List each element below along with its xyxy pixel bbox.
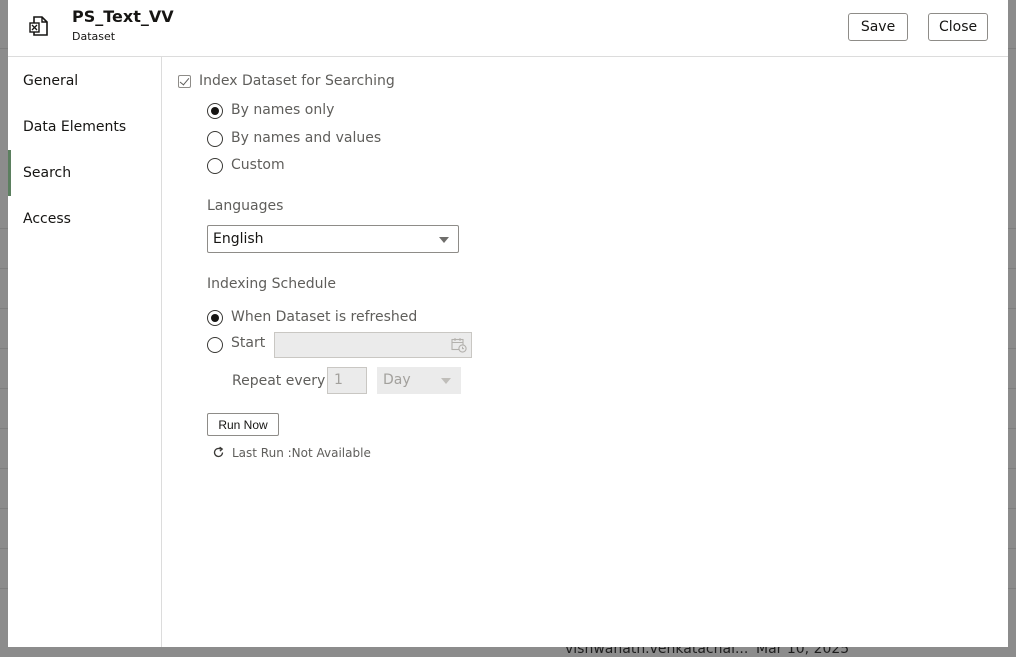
languages-select-value: English xyxy=(213,231,264,247)
languages-label: Languages xyxy=(207,198,284,214)
indexing-schedule-label: Indexing Schedule xyxy=(207,276,336,292)
dialog-subtitle: Dataset xyxy=(72,30,116,43)
dialog-header: PS_Text_VV Dataset Save Close xyxy=(8,0,1008,57)
index-dataset-label: Index Dataset for Searching xyxy=(199,73,395,89)
radio-by-names-and-values[interactable] xyxy=(207,131,223,147)
repeat-unit-select[interactable]: Day xyxy=(377,367,461,394)
sidebar-item-data-elements[interactable]: Data Elements xyxy=(8,104,161,150)
dialog-title: PS_Text_VV xyxy=(72,7,174,26)
dataset-dialog: PS_Text_VV Dataset Save Close General Da… xyxy=(8,0,1008,647)
chevron-down-icon xyxy=(441,378,451,384)
chevron-down-icon xyxy=(439,237,449,243)
schedule-start-label: Start xyxy=(231,335,266,351)
repeat-unit-value: Day xyxy=(383,372,411,388)
sidebar-item-access[interactable]: Access xyxy=(8,196,161,242)
search-settings-panel: Index Dataset for Searching By names onl… xyxy=(162,57,1008,647)
option-by-names-only-label: By names only xyxy=(231,102,335,118)
radio-by-names-only[interactable] xyxy=(207,103,223,119)
option-custom-label: Custom xyxy=(231,157,285,173)
repeat-every-label: Repeat every xyxy=(232,373,326,389)
radio-when-refreshed[interactable] xyxy=(207,310,223,326)
index-dataset-checkbox[interactable] xyxy=(178,75,191,88)
run-now-button[interactable]: Run Now xyxy=(207,413,279,436)
radio-custom[interactable] xyxy=(207,158,223,174)
repeat-interval-input[interactable]: 1 xyxy=(327,367,367,394)
sidebar-item-search[interactable]: Search xyxy=(8,150,161,196)
radio-start[interactable] xyxy=(207,337,223,353)
dataset-file-icon xyxy=(29,16,48,36)
schedule-when-refreshed-label: When Dataset is refreshed xyxy=(231,309,418,325)
start-date-input[interactable] xyxy=(274,332,472,358)
save-button[interactable]: Save xyxy=(848,13,908,41)
last-run-status: Last Run :Not Available xyxy=(232,446,371,460)
sidebar-item-general[interactable]: General xyxy=(8,58,161,104)
calendar-icon[interactable] xyxy=(451,337,467,353)
settings-sidebar: General Data Elements Search Access xyxy=(8,57,162,647)
option-by-names-and-values-label: By names and values xyxy=(231,130,382,146)
close-button[interactable]: Close xyxy=(928,13,988,41)
refresh-icon xyxy=(213,446,224,458)
languages-select[interactable]: English xyxy=(207,225,459,253)
